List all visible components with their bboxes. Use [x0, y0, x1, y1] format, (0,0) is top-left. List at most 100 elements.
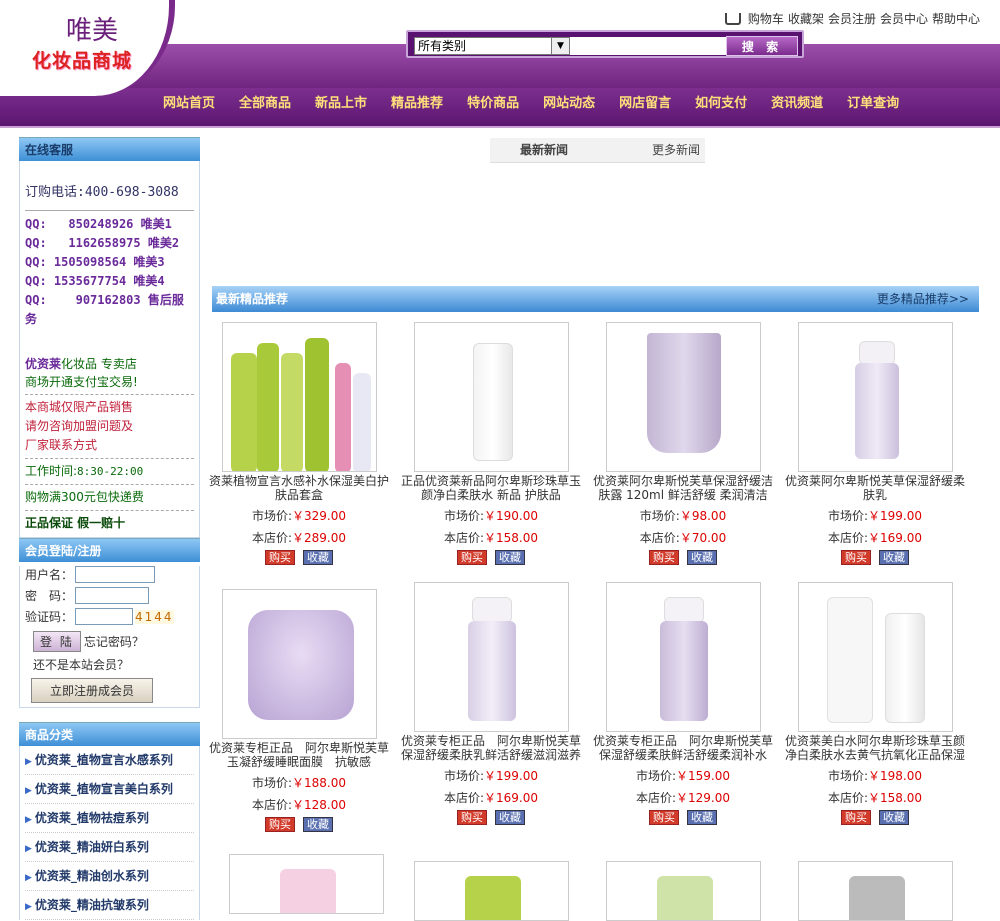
- guarantee-note: 正品保证 假一赔十: [25, 510, 194, 537]
- nav-specials[interactable]: 特价商品: [467, 96, 519, 112]
- category-item[interactable]: ▶ 优资莱_精油抗皱系列: [25, 891, 194, 920]
- product-card[interactable]: 正品优资莱新品阿尔卑斯珍珠草玉颜净白柔肤水 新品 护肤品 市场价:￥190.00 本…: [395, 322, 587, 565]
- product-image[interactable]: [413, 582, 569, 732]
- product-image[interactable]: [229, 854, 384, 914]
- product-image[interactable]: [606, 861, 761, 921]
- forgot-password-link[interactable]: 忘记密码？: [84, 633, 144, 650]
- buy-button[interactable]: 购买: [841, 810, 871, 825]
- product-name[interactable]: 优资莱专柜正品 阿尔卑斯悦芙草保湿舒缓柔肤乳鲜活舒缓滋润滋养: [395, 734, 587, 762]
- not-member-text: 还不是本站会员？: [33, 658, 130, 672]
- buy-button[interactable]: 购买: [841, 550, 871, 565]
- category-item[interactable]: ▶ 优资莱_植物祛痘系列: [25, 804, 194, 833]
- product-image[interactable]: [221, 322, 377, 472]
- qq-item[interactable]: QQ: 1535677754 唯美4: [25, 272, 194, 291]
- nav-info[interactable]: 资讯频道: [771, 96, 823, 112]
- link-member-center[interactable]: 会员中心: [880, 10, 928, 27]
- login-button[interactable]: 登 陆: [33, 631, 81, 652]
- link-cart[interactable]: 购物车: [748, 10, 784, 27]
- search-button[interactable]: 搜 索: [726, 36, 798, 56]
- buy-button[interactable]: 购买: [457, 810, 487, 825]
- favorite-button[interactable]: 收藏: [495, 810, 525, 825]
- nav-new-arrivals[interactable]: 新品上市: [315, 96, 367, 112]
- favorite-button[interactable]: 收藏: [495, 550, 525, 565]
- favorite-button[interactable]: 收藏: [687, 550, 717, 565]
- category-select[interactable]: 所有类别 ▼: [414, 37, 570, 55]
- latest-news-tab[interactable]: 最新新闻: [520, 138, 568, 163]
- link-register[interactable]: 会员注册: [828, 10, 876, 27]
- recommend-title: 最新精品推荐: [216, 292, 289, 306]
- password-input[interactable]: [75, 587, 149, 604]
- nav-featured[interactable]: 精品推荐: [391, 96, 443, 112]
- product-image[interactable]: [413, 322, 569, 472]
- link-favorites[interactable]: 收藏架: [788, 10, 824, 27]
- notice-block: 本商城仅限产品销售 请勿咨询加盟问题及 厂家联系方式: [25, 394, 194, 455]
- product-image[interactable]: [605, 582, 761, 732]
- product-name[interactable]: 优资莱专柜正品 阿尔卑斯悦芙草玉凝舒缓睡眠面膜 抗敏感: [203, 741, 395, 769]
- product-name[interactable]: 正品优资莱新品阿尔卑斯珍珠草玉颜净白柔肤水 新品 护肤品: [395, 474, 587, 502]
- register-button[interactable]: 立即注册成会员: [31, 678, 154, 703]
- product-image[interactable]: [797, 582, 953, 732]
- category-item[interactable]: ▶ 优资莱_精油妍白系列: [25, 833, 194, 862]
- qq-item[interactable]: QQ: 1505098564 唯美3: [25, 253, 194, 272]
- buy-button[interactable]: 购买: [265, 550, 295, 565]
- product-card[interactable]: 优资莱专柜正品 阿尔卑斯悦芙草保湿舒缓柔肤乳鲜活舒缓滋润滋养 市场价:￥199.0…: [395, 582, 587, 825]
- buy-button[interactable]: 购买: [649, 550, 679, 565]
- product-name[interactable]: 优资莱专柜正品 阿尔卑斯悦芙草保湿舒缓柔肤鲜活舒缓柔润补水: [587, 734, 779, 762]
- product-card[interactable]: 优资莱专柜正品 阿尔卑斯悦芙草保湿舒缓柔肤鲜活舒缓柔润补水 市场价:￥159.00…: [587, 582, 779, 825]
- product-card[interactable]: 资莱植物宣言水感补水保湿美白护肤品套盒 市场价:￥329.00 本店价:￥289.0…: [203, 322, 395, 565]
- nav-payment[interactable]: 如何支付: [695, 96, 747, 112]
- favorite-button[interactable]: 收藏: [879, 550, 909, 565]
- product-image[interactable]: [798, 861, 953, 921]
- alipay-note: 商场开通支付宝交易!: [25, 375, 138, 389]
- category-item[interactable]: ▶ 优资莱_植物宣言美白系列: [25, 775, 194, 804]
- product-image[interactable]: [797, 322, 953, 472]
- more-recommend-link[interactable]: 更多精品推荐>>: [877, 286, 969, 312]
- login-title: 会员登陆/注册: [19, 538, 200, 562]
- qq-item[interactable]: QQ: 907162803 售后服务: [25, 291, 194, 329]
- market-price: 市场价:￥188.00: [251, 776, 347, 790]
- favorite-button[interactable]: 收藏: [687, 810, 717, 825]
- product-name[interactable]: 优资莱美白水阿尔卑斯珍珠草玉颜净白柔肤水去黄气抗氧化正品保湿: [779, 734, 971, 762]
- store-price: 本店价:￥129.00: [635, 791, 731, 805]
- market-price: 市场价:￥198.00: [827, 769, 923, 783]
- category-item[interactable]: ▶ 优资莱_精油创水系列: [25, 862, 194, 891]
- product-card[interactable]: 优资莱阿尔卑斯悦芙草保湿舒缓洁肤露 120ml 鲜活舒缓 柔润清洁 市场价:￥98…: [587, 322, 779, 565]
- product-card[interactable]: 优资莱美白水阿尔卑斯珍珠草玉颜净白柔肤水去黄气抗氧化正品保湿市场价:￥198.0…: [779, 582, 971, 825]
- chevron-down-icon: ▼: [551, 38, 569, 54]
- service-box: 订购电话:400-698-3088 QQ: 850248926 唯美1 QQ: …: [19, 161, 200, 538]
- link-help[interactable]: 帮助中心: [932, 10, 980, 27]
- product-name[interactable]: 优资莱阿尔卑斯悦芙草保湿舒缓柔肤乳: [779, 474, 971, 502]
- search-input[interactable]: [570, 37, 728, 55]
- more-news-link[interactable]: 更多新闻: [652, 138, 700, 163]
- captcha-code[interactable]: 4144: [135, 609, 174, 624]
- buy-button[interactable]: 购买: [457, 550, 487, 565]
- nav-guestbook[interactable]: 网店留言: [619, 96, 671, 112]
- product-image[interactable]: [414, 861, 569, 921]
- cart-icon[interactable]: [724, 12, 741, 25]
- qq-item[interactable]: QQ: 850248926 唯美1: [25, 215, 194, 234]
- product-card[interactable]: 优资莱阿尔卑斯悦芙草保湿舒缓柔肤乳 市场价:￥199.00 本店价:￥169.00 购…: [779, 322, 971, 565]
- nav-order-query[interactable]: 订单查询: [847, 96, 899, 112]
- category-item[interactable]: ▶ 优资莱_植物宣言水感系列: [25, 746, 194, 775]
- order-phone: 订购电话:400-698-3088: [25, 161, 194, 211]
- favorite-button[interactable]: 收藏: [303, 550, 333, 565]
- nav-all-products[interactable]: 全部商品: [239, 96, 291, 112]
- product-image[interactable]: [605, 322, 761, 472]
- nav-news[interactable]: 网站动态: [543, 96, 595, 112]
- product-card[interactable]: 优资莱专柜正品 阿尔卑斯悦芙草玉凝舒缓睡眠面膜 抗敏感市场价:￥188.00 本店…: [203, 589, 395, 832]
- favorite-button[interactable]: 收藏: [879, 810, 909, 825]
- store-price: 本店价:￥128.00: [251, 798, 347, 812]
- buy-button[interactable]: 购买: [265, 817, 295, 832]
- captcha-input[interactable]: [75, 608, 133, 625]
- recommend-header: 最新精品推荐 更多精品推荐>>: [212, 286, 979, 312]
- buy-button[interactable]: 购买: [649, 810, 679, 825]
- qq-item[interactable]: QQ: 1162658975 唯美2: [25, 234, 194, 253]
- market-price: 市场价:￥329.00: [251, 509, 347, 523]
- product-name[interactable]: 资莱植物宣言水感补水保湿美白护肤品套盒: [203, 474, 395, 502]
- category-list: ▶ 优资莱_植物宣言水感系列 ▶ 优资莱_植物宣言美白系列 ▶ 优资莱_植物祛痘系列 …: [19, 746, 200, 920]
- favorite-button[interactable]: 收藏: [303, 817, 333, 832]
- username-input[interactable]: [75, 566, 155, 583]
- product-name[interactable]: 优资莱阿尔卑斯悦芙草保湿舒缓洁肤露 120ml 鲜活舒缓 柔润清洁: [587, 474, 779, 502]
- product-image[interactable]: [221, 589, 377, 739]
- nav-home[interactable]: 网站首页: [163, 96, 215, 112]
